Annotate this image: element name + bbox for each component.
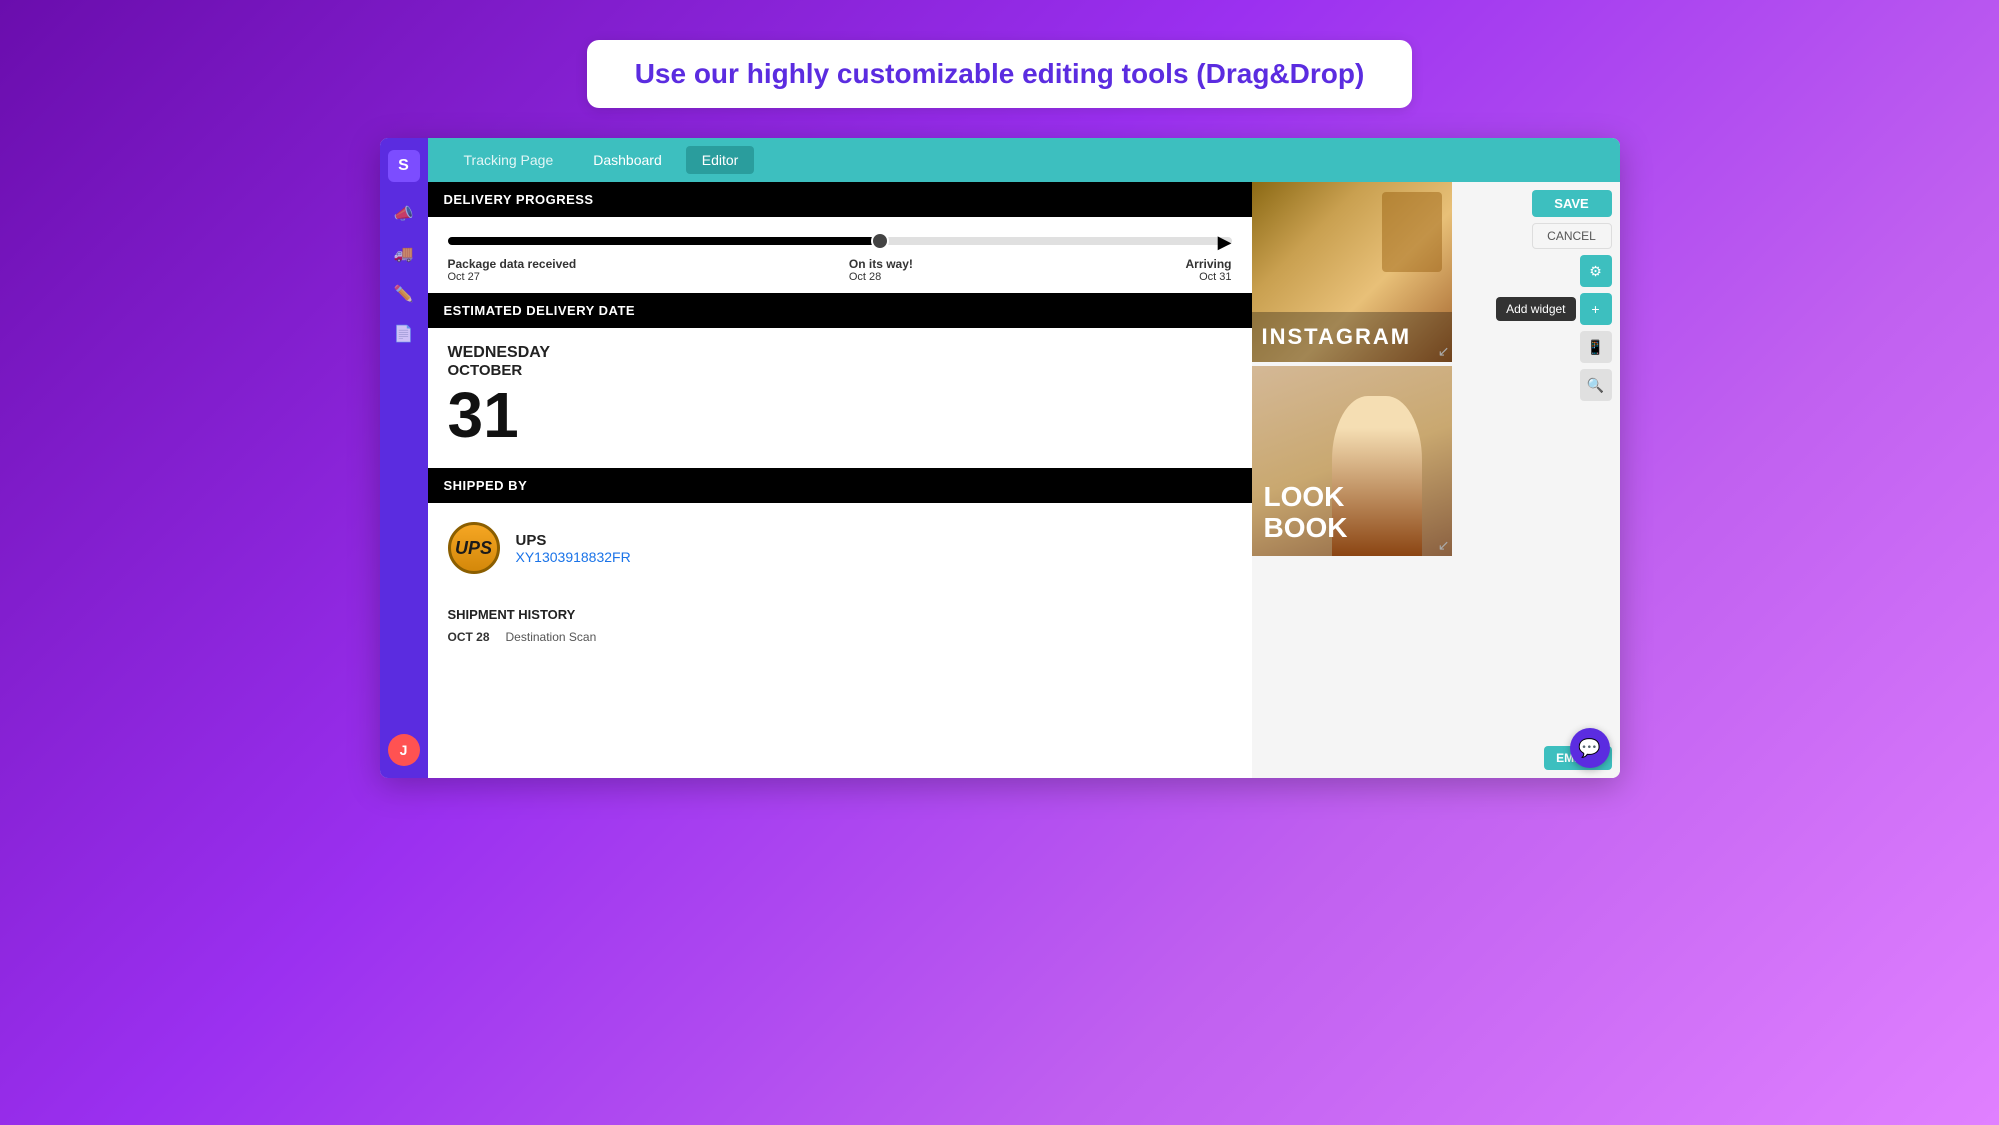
nav-dashboard[interactable]: Dashboard xyxy=(577,146,678,174)
sidebar-logo[interactable]: S xyxy=(388,150,420,182)
hanger-decoration xyxy=(1382,192,1442,272)
mobile-preview-button[interactable]: 📱 xyxy=(1580,331,1612,363)
chat-button[interactable]: 💬 xyxy=(1570,728,1610,768)
save-button[interactable]: SAVE xyxy=(1532,190,1612,217)
main-content: DELIVERY PROGRESS ▶ Package data receive… xyxy=(428,182,1620,778)
sidebar-icon-pages[interactable]: 📄 xyxy=(388,318,420,350)
delivery-content: WEDNESDAY OCTOBER 31 xyxy=(428,328,1252,468)
resize-handle-instagram[interactable]: ↙ xyxy=(1438,343,1450,360)
search-button[interactable]: 🔍 xyxy=(1580,369,1612,401)
carrier-info: UPS XY1303918832FR xyxy=(516,532,631,565)
sidebar-icon-edit[interactable]: ✏️ xyxy=(388,278,420,310)
progress-area: ▶ Package data received Oct 27 On its wa… xyxy=(428,217,1252,293)
shipped-by-section: SHIPPED BY UPS UPS XY1303918832FR xyxy=(428,468,1252,593)
progress-arrow-icon: ▶ xyxy=(1218,232,1232,253)
carrier-name: UPS xyxy=(516,532,631,549)
step2-label: On its way! Oct 28 xyxy=(849,257,913,283)
history-content: SHIPMENT HISTORY OCT 28 Destination Scan xyxy=(428,595,1252,656)
lookbook-widget[interactable]: LOOKBOOK ↙ xyxy=(1252,366,1452,556)
delivery-progress-section: DELIVERY PROGRESS ▶ Package data receive… xyxy=(428,182,1252,293)
estimated-delivery-header: ESTIMATED DELIVERY DATE xyxy=(428,293,1252,328)
top-banner: Use our highly customizable editing tool… xyxy=(587,40,1413,108)
add-widget-row: Add widget + xyxy=(1496,293,1611,325)
widgets-column: INSTAGRAM ↙ LOOKBOOK ↙ xyxy=(1252,182,1462,778)
settings-button[interactable]: ⚙ xyxy=(1580,255,1612,287)
shipped-by-header: SHIPPED BY xyxy=(428,468,1252,503)
progress-track: ▶ xyxy=(448,237,1232,245)
banner-text: Use our highly customizable editing tool… xyxy=(635,58,1365,89)
ups-text: UPS xyxy=(455,538,492,559)
add-widget-button[interactable]: + xyxy=(1580,293,1612,325)
history-description: Destination Scan xyxy=(506,630,597,644)
shipment-history-section: SHIPMENT HISTORY OCT 28 Destination Scan xyxy=(428,595,1252,656)
history-date: OCT 28 xyxy=(448,630,490,644)
progress-fill xyxy=(448,237,879,245)
right-panel: SAVE CANCEL ⚙ Add widget + 📱 🔍 EMBED 💬 xyxy=(1462,182,1620,778)
chat-icon: 💬 xyxy=(1578,738,1600,759)
sidebar-avatar[interactable]: J xyxy=(388,734,420,766)
top-nav: Tracking Page Dashboard Editor xyxy=(428,138,1620,182)
content-area: Tracking Page Dashboard Editor DELIVERY … xyxy=(428,138,1620,778)
step1-label: Package data received Oct 27 xyxy=(448,257,577,283)
nav-tracking-page[interactable]: Tracking Page xyxy=(448,146,570,174)
lookbook-label: LOOKBOOK xyxy=(1264,482,1348,544)
add-widget-label: Add widget xyxy=(1496,297,1575,321)
sidebar: S 📣 🚚 ✏️ 📄 J xyxy=(380,138,428,778)
nav-editor[interactable]: Editor xyxy=(686,146,755,174)
delivery-day: WEDNESDAY xyxy=(448,344,1232,362)
delivery-progress-header: DELIVERY PROGRESS xyxy=(428,182,1252,217)
cancel-button[interactable]: CANCEL xyxy=(1532,223,1612,249)
progress-labels: Package data received Oct 27 On its way!… xyxy=(448,257,1232,283)
sidebar-icon-megaphone[interactable]: 📣 xyxy=(388,198,420,230)
instagram-label: INSTAGRAM xyxy=(1252,312,1452,362)
arriving-label: Arriving Oct 31 xyxy=(1185,257,1231,283)
editor-area: DELIVERY PROGRESS ▶ Package data receive… xyxy=(428,182,1252,778)
instagram-widget[interactable]: INSTAGRAM ↙ xyxy=(1252,182,1452,362)
shipped-content: UPS UPS XY1303918832FR xyxy=(428,503,1252,593)
estimated-delivery-section: ESTIMATED DELIVERY DATE WEDNESDAY OCTOBE… xyxy=(428,293,1252,468)
history-title: SHIPMENT HISTORY xyxy=(448,607,1232,622)
delivery-date: 31 xyxy=(448,383,1232,447)
ups-logo: UPS xyxy=(448,522,500,574)
main-window: S 📣 🚚 ✏️ 📄 J Tracking Page Dashboard Edi… xyxy=(380,138,1620,778)
sidebar-icon-truck[interactable]: 🚚 xyxy=(388,238,420,270)
tracking-number[interactable]: XY1303918832FR xyxy=(516,549,631,565)
resize-handle-lookbook[interactable]: ↙ xyxy=(1438,537,1450,554)
delivery-month: OCTOBER xyxy=(448,362,1232,379)
table-row: OCT 28 Destination Scan xyxy=(448,630,1232,644)
progress-dot xyxy=(871,232,889,250)
